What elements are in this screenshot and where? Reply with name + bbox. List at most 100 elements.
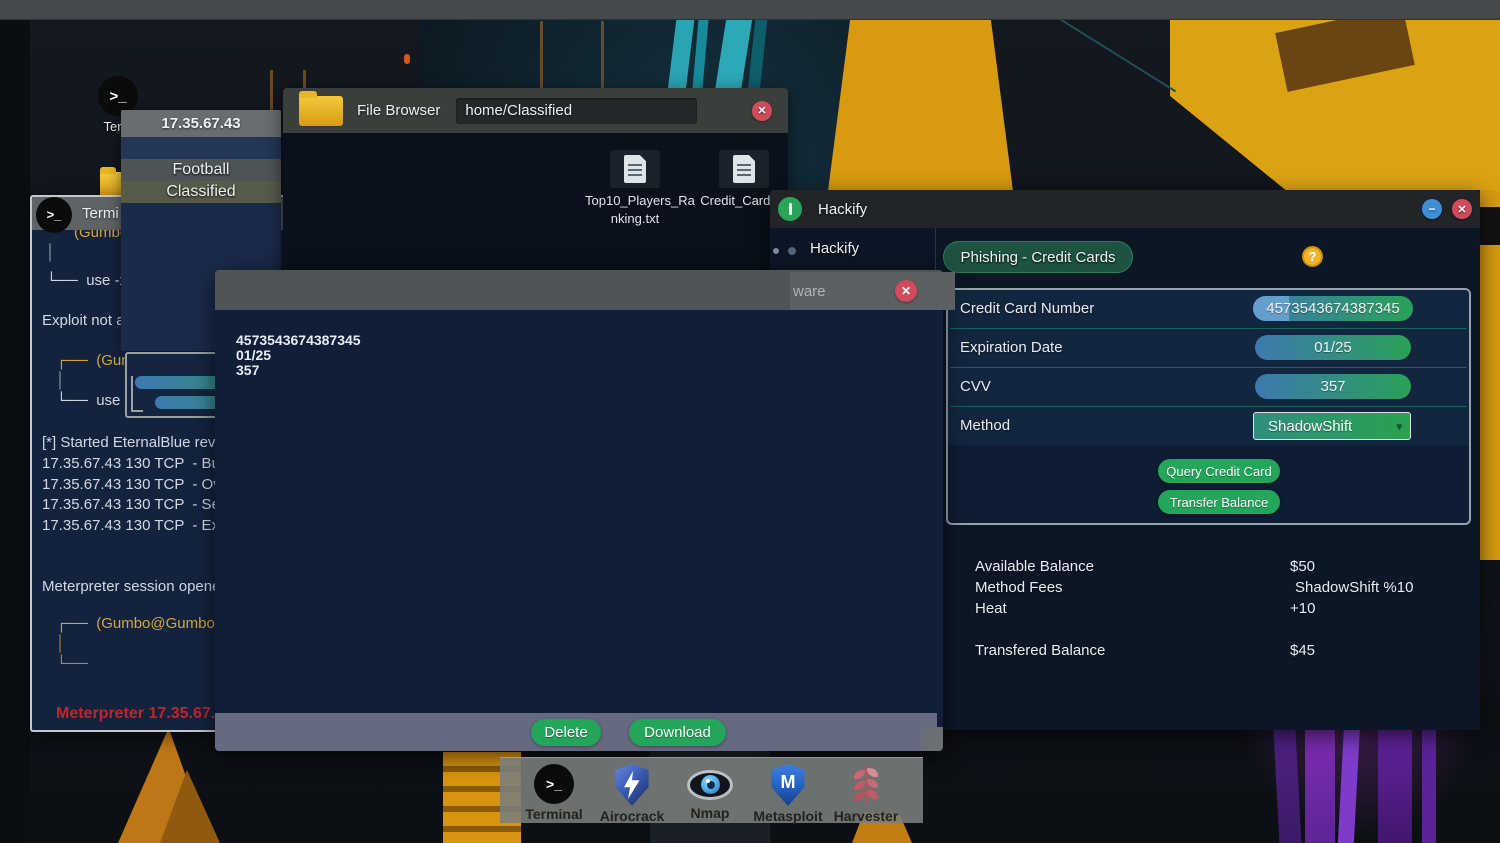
file-name: nking.txt [610,211,660,226]
file-content-line: 357 [236,362,260,378]
wallpaper-yellow-strip [1480,190,1500,560]
close-glyph: ✕ [900,284,912,298]
dock-item-metasploit[interactable]: M Metasploit [749,764,827,824]
wallpaper-shape [0,0,30,843]
list-item-label: Football [172,161,230,178]
dock: >_ Terminal Airocrack Nmap M Metasploit … [500,757,923,824]
file-icon-tile [610,150,660,188]
document-icon [624,155,646,183]
plant-leaf [867,768,878,777]
dock-label: Terminal [525,806,583,822]
info-value: $45 [1290,642,1316,659]
delete-button-label: Delete [544,724,588,741]
close-icon[interactable]: ✕ [895,280,917,302]
phishing-form-panel: Credit Card Number 4573543674387345 Expi… [946,288,1471,525]
terminal-line: │ [56,372,66,389]
sidebar-item-hackify[interactable]: Hackify [810,240,859,257]
harvester-plant-icon [853,764,879,806]
file-browser-titlebar[interactable]: File Browser home/Classified ✕ [283,88,788,133]
hackify-app-icon [778,197,802,221]
dock-item-harvester[interactable]: Harvester [827,764,905,824]
terminal-line: │ [46,244,56,261]
selected-empty-row[interactable] [121,137,281,159]
file-icon-tile [719,150,769,188]
delete-button[interactable]: Delete [531,719,601,746]
path-input[interactable]: home/Classified [456,97,698,124]
dock-item-airocrack[interactable]: Airocrack [593,764,671,824]
terminal-glyph: >_ [46,207,62,222]
expiration-value: 01/25 [1314,339,1352,356]
list-item-classified[interactable]: Classified [121,181,281,203]
terminal-line: Meterpreter session opened ( [42,578,238,595]
close-icon[interactable]: ✕ [752,100,772,121]
dock-label: Metasploit [753,808,823,824]
dock-item-nmap[interactable]: Nmap [671,764,749,821]
section-phishing-credit-cards[interactable]: Phishing - Credit Cards [943,241,1133,273]
field-row-ccnumber: Credit Card Number 4573543674387345 [948,290,1469,330]
download-button[interactable]: Download [629,719,726,746]
terminal-line: 17.35.67.43 130 TCP - Execu [42,517,244,534]
field-row-method: Method ShadowShift ▾ [948,407,1469,445]
cvv-value: 357 [1320,378,1346,395]
ware-window-titlebar[interactable]: ware ✕ [790,272,955,310]
info-value: +10 [1290,600,1316,617]
minimize-icon[interactable]: − [1422,199,1442,219]
terminal-glyph: >_ [109,87,127,105]
terminal-line: └── [56,655,88,672]
terminal-line: 17.35.67.43 130 TCP - Selec [42,496,240,513]
expiration-input[interactable]: 01/25 [1255,335,1411,360]
remote-host-title: 17.35.67.43 [161,115,241,132]
info-value: ShadowShift %10 [1295,579,1414,596]
terminal-line: Meterpreter 17.35.67.4 [56,705,225,722]
method-dropdown[interactable]: ShadowShift ▾ [1253,412,1411,440]
list-item-football[interactable]: Football [121,159,281,181]
query-credit-card-button[interactable]: Query Credit Card [1158,459,1280,483]
metasploit-letter: M [780,771,796,792]
dock-label: Harvester [833,808,899,824]
hackify-app-icon-mark [788,203,792,215]
field-row-expiration: Expiration Date 01/25 [948,329,1469,369]
metasploit-shield-icon: M [771,764,805,806]
sidebar-bullet [773,248,779,254]
download-button-label: Download [644,724,711,741]
wallpaper-light-dot [404,54,410,64]
text-viewer-content[interactable]: 4573543674387345 01/25 357 [215,310,943,713]
terminal-icon: >_ [534,764,574,804]
close-icon[interactable]: ✕ [1452,199,1472,219]
info-label: Method Fees [975,579,1063,596]
remote-host-titlebar[interactable]: 17.35.67.43 [121,110,281,137]
info-label: Transfered Balance [975,642,1106,659]
resize-handle[interactable] [921,727,943,751]
plant-leaf [854,792,865,801]
file-browser-title: File Browser [357,102,441,119]
list-item-label: Classified [166,183,236,200]
terminal-line: [*] Started EternalBlue revers [42,434,237,451]
lightning-bolt-icon [624,771,640,799]
file-item-top10[interactable]: Top10_Players_Ra nking.txt [585,150,695,226]
transfer-balance-button[interactable]: Transfer Balance [1158,490,1280,514]
minimize-glyph: − [1428,202,1436,216]
field-row-cvv: CVV 357 [948,368,1469,408]
close-glyph: ✕ [757,105,767,117]
method-selected-value: ShadowShift [1268,417,1353,435]
cc-number-value: 4573543674387345 [1266,300,1400,317]
cvv-input[interactable]: 357 [1255,374,1411,399]
top-panel [0,0,1500,20]
transfer-balance-label: Transfer Balance [1169,494,1269,510]
help-icon[interactable]: ? [1302,246,1323,267]
field-label: Method [960,417,1011,434]
terminal-icon: >_ [36,196,72,233]
dock-label: Nmap [690,805,730,821]
dock-label: Airocrack [599,808,665,824]
hackify-titlebar[interactable]: Hackify − ✕ [770,190,1480,228]
cc-number-input[interactable]: 4573543674387345 [1253,296,1413,321]
dock-item-terminal[interactable]: >_ Terminal [515,764,593,822]
terminal-line: │ [56,635,66,652]
field-label: Expiration Date [960,339,1063,356]
file-content-line: 4573543674387345 [236,332,361,348]
chevron-down-icon: ▾ [1396,420,1402,433]
info-label: Heat [975,600,1007,617]
airocrack-icon [615,764,649,806]
close-glyph: ✕ [1457,203,1467,216]
text-viewer-window: 4573543674387345 01/25 357 Delete Downlo… [215,270,943,751]
